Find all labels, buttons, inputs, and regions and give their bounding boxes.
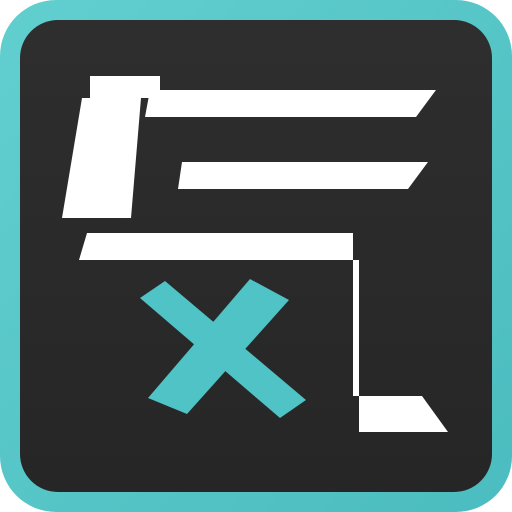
app-icon-stage: [0, 0, 512, 512]
ki-kanji-logo-icon: [0, 0, 512, 512]
